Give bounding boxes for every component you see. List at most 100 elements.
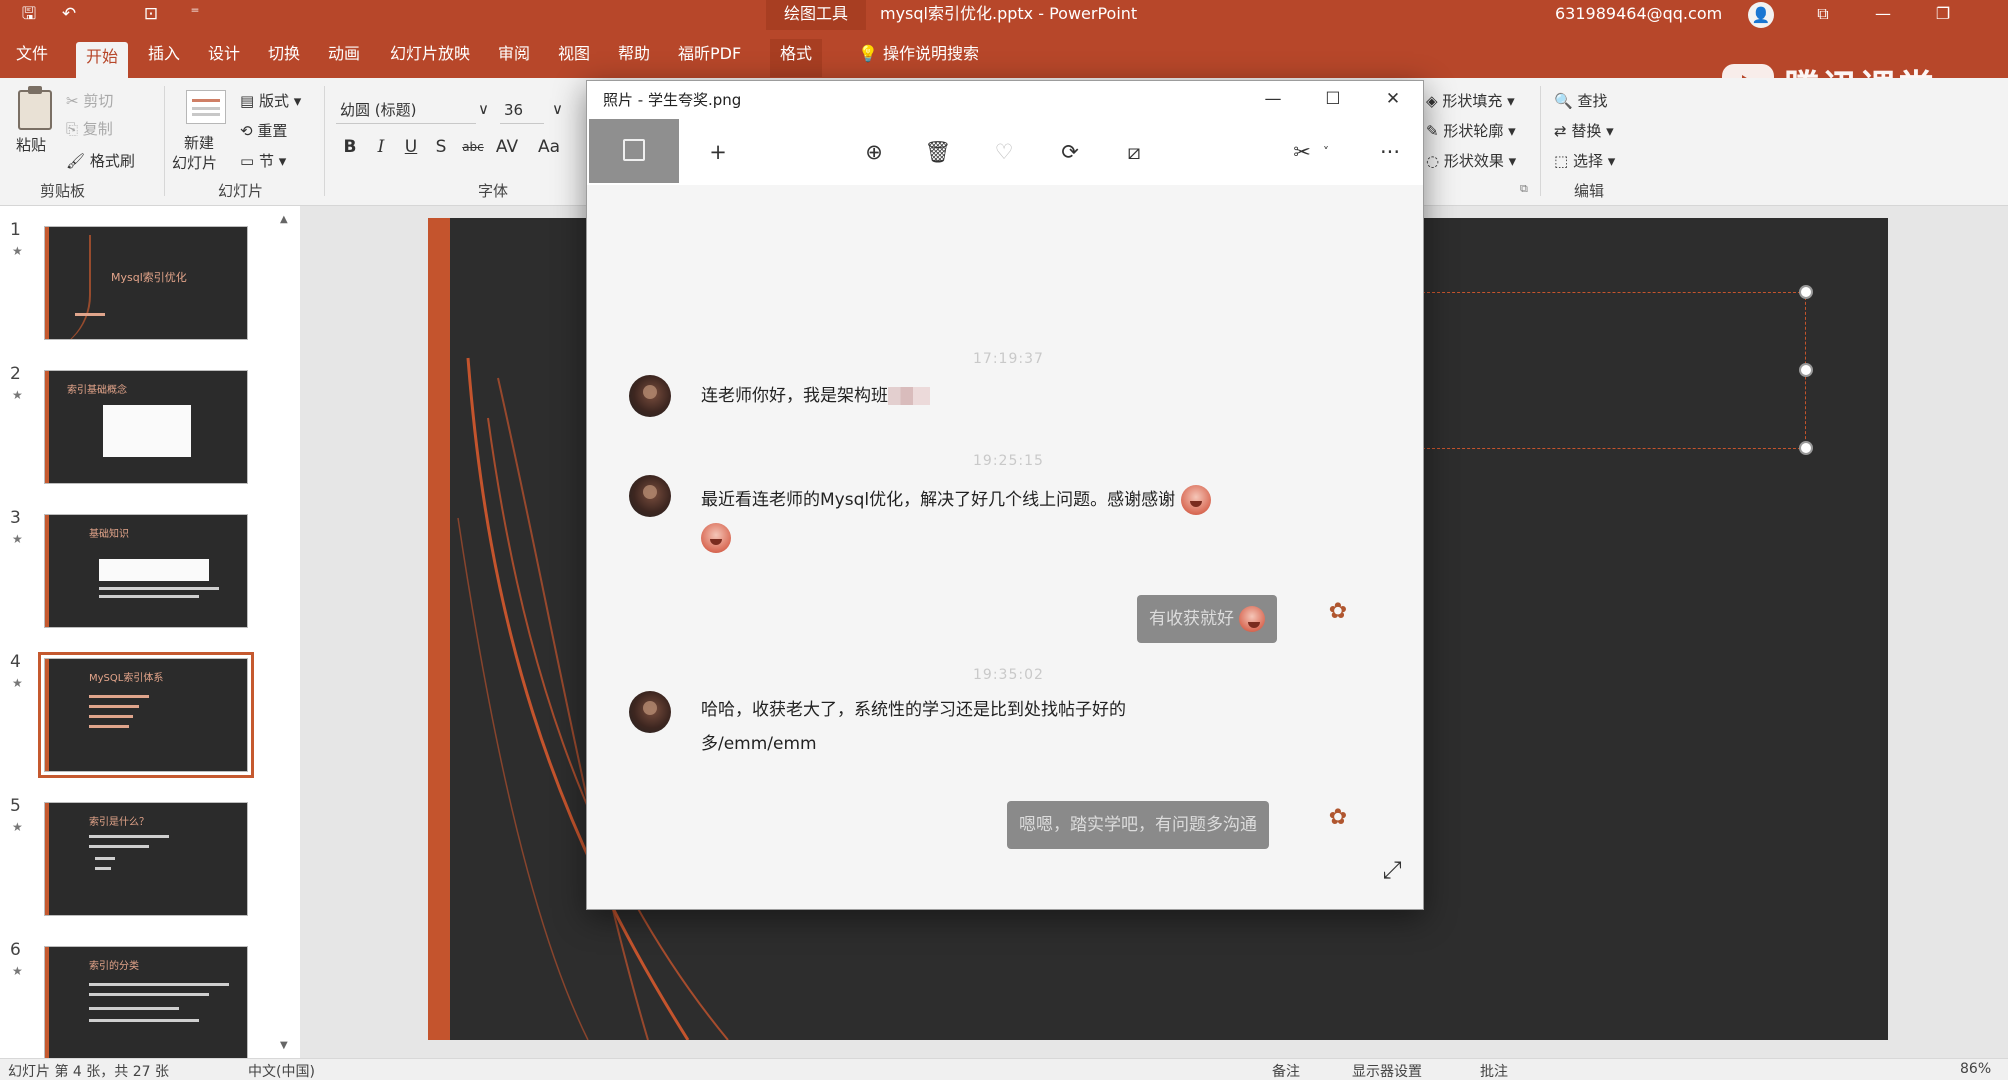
slide-count[interactable]: 幻灯片 第 4 张，共 27 张	[8, 1061, 169, 1080]
animation-star-icon: ★	[12, 388, 23, 402]
teacher-reply-text: 嗯嗯，踏实学吧，有问题多沟通	[1019, 815, 1257, 835]
language-indicator[interactable]: 中文(中国)	[248, 1061, 315, 1080]
slide-thumbnail-5[interactable]: 索引是什么？	[44, 802, 248, 916]
slide-thumbnail-3[interactable]: 基础知识	[44, 514, 248, 628]
tab-file[interactable]: 文件	[6, 39, 58, 69]
rotate-icon[interactable]: ⟳	[1055, 137, 1085, 167]
comments-button[interactable]: 批注	[1480, 1061, 1508, 1080]
tab-transitions[interactable]: 切换	[258, 39, 310, 69]
zoom-level[interactable]: 86%	[1960, 1061, 1991, 1077]
cut-button[interactable]: ✂ 剪切	[66, 90, 113, 111]
chat-timestamp: 19:25:15	[973, 453, 1044, 469]
slide-thumbnail-2[interactable]: 索引基础概念	[44, 370, 248, 484]
cut-label: 剪切	[83, 92, 114, 110]
shape-effects-button[interactable]: ◌ 形状效果 ▾	[1426, 150, 1516, 171]
resize-handle[interactable]	[1799, 285, 1813, 299]
thumb-accent	[45, 803, 49, 915]
new-slide-label[interactable]: 新建	[184, 132, 214, 153]
start-from-beginning-icon[interactable]: ⊡	[140, 3, 162, 25]
selected-title-placeholder[interactable]	[1422, 292, 1806, 449]
thumb-swoosh	[45, 235, 91, 339]
paste-icon[interactable]	[18, 86, 52, 130]
account-email[interactable]: 631989464@qq.com	[1555, 0, 1722, 30]
layout-button[interactable]: ▤ 版式 ▾	[240, 90, 301, 111]
undo-icon[interactable]: ↶	[58, 3, 80, 25]
scroll-down-icon[interactable]: ▼	[280, 1040, 288, 1051]
replace-button[interactable]: ⇄ 替换 ▾	[1554, 120, 1614, 141]
notes-button[interactable]: 备注	[1272, 1061, 1300, 1080]
font-size-select[interactable]: 36	[500, 96, 544, 124]
select-button[interactable]: ⬚ 选择 ▾	[1554, 150, 1615, 171]
section-label: 节	[258, 152, 274, 170]
section-button[interactable]: ▭ 节 ▾	[240, 150, 286, 171]
reset-button[interactable]: ⟲ 重置	[240, 120, 287, 141]
paste-button[interactable]: 粘贴	[16, 134, 46, 155]
shape-outline-button[interactable]: ✎ 形状轮廓 ▾	[1426, 120, 1516, 141]
slide-panel-scrollbar[interactable]: ▲ ▼	[280, 214, 290, 1054]
laughing-emoji-icon	[701, 523, 731, 553]
char-spacing-button[interactable]: AV	[492, 136, 522, 158]
ribbon-display-options-icon[interactable]: ⧉	[1800, 0, 1846, 30]
tab-animations[interactable]: 动画	[318, 39, 370, 69]
layout-label: 版式	[258, 92, 289, 110]
smile-emoji-icon	[1239, 606, 1266, 632]
resize-handle[interactable]	[1799, 441, 1813, 455]
slide-number: 5	[10, 796, 21, 816]
font-family-dropdown-icon[interactable]: ∨	[478, 100, 489, 118]
thumb-text-line	[99, 587, 219, 590]
underline-button[interactable]: U	[400, 136, 422, 158]
tab-insert[interactable]: 插入	[138, 39, 190, 69]
slide-thumbnail-4[interactable]: MySQL索引体系	[38, 652, 254, 778]
photos-minimize-button[interactable]: —	[1243, 81, 1303, 117]
add-to-button[interactable]: +	[703, 137, 733, 167]
save-icon[interactable]: 🖫	[18, 3, 40, 25]
find-label: 查找	[1577, 92, 1608, 110]
resize-handle[interactable]	[1799, 363, 1813, 377]
favorite-icon[interactable]: ♡	[989, 137, 1019, 167]
font-family-select[interactable]: 幼圆 (标题)	[336, 96, 476, 124]
display-settings-button[interactable]: 显示器设置	[1352, 1061, 1422, 1080]
fullscreen-expand-icon[interactable]: ⤢	[1377, 855, 1407, 885]
slide-number: 2	[10, 364, 21, 384]
see-all-photos-button[interactable]	[589, 119, 679, 183]
tab-review[interactable]: 审阅	[488, 39, 540, 69]
change-case-button[interactable]: Aa	[536, 136, 562, 158]
minimize-button[interactable]: —	[1860, 0, 1906, 30]
tab-slideshow[interactable]: 幻灯片放映	[380, 39, 480, 69]
tab-help[interactable]: 帮助	[608, 39, 660, 69]
tab-view[interactable]: 视图	[548, 39, 600, 69]
more-options-button[interactable]: ···	[1375, 137, 1405, 167]
tab-design[interactable]: 设计	[198, 39, 250, 69]
slide-thumbnail-6[interactable]: 索引的分类	[44, 946, 248, 1060]
bold-button[interactable]: B	[339, 136, 361, 158]
crop-icon[interactable]: ⧄	[1119, 137, 1149, 167]
chat-message: 连老师你好，我是架构班	[701, 379, 930, 413]
photos-close-button[interactable]: ✕	[1363, 81, 1423, 117]
user-avatar-icon[interactable]: 👤	[1748, 2, 1774, 28]
tab-home[interactable]: 开始	[76, 42, 129, 78]
dialog-launcher-icon[interactable]: ⧉	[1520, 182, 1528, 196]
scroll-up-icon[interactable]: ▲	[280, 214, 288, 225]
new-slide-icon[interactable]	[186, 90, 226, 124]
strikethrough-button[interactable]: abc	[458, 136, 488, 158]
tab-format[interactable]: 格式	[770, 39, 823, 77]
photos-maximize-button[interactable]: ☐	[1303, 81, 1363, 117]
thumb-table	[99, 559, 209, 581]
restore-button[interactable]: ❐	[1920, 0, 1966, 30]
shape-fill-button[interactable]: ◈ 形状填充 ▾	[1426, 90, 1515, 111]
find-button[interactable]: 🔍 查找	[1554, 90, 1607, 111]
font-size-dropdown-icon[interactable]: ∨	[552, 100, 563, 118]
italic-button[interactable]: I	[370, 136, 392, 158]
photo-image-area: 17:19:37 连老师你好，我是架构班 19:25:15 最近看连老师的Mys…	[587, 185, 1423, 909]
slide-thumbnail-1[interactable]: Mysql索引优化	[44, 226, 248, 340]
customize-toolbar-icon[interactable]: ⁼	[184, 3, 206, 25]
tell-me-search[interactable]: 💡 操作说明搜索	[858, 39, 979, 69]
tab-foxit-pdf[interactable]: 福昕PDF	[668, 39, 751, 69]
shadow-button[interactable]: S	[430, 136, 452, 158]
copy-button[interactable]: ⎘ 复制	[66, 118, 113, 139]
format-painter-button[interactable]: 🖌 格式刷	[66, 150, 135, 171]
zoom-icon[interactable]: ⊕	[859, 137, 889, 167]
new-slide-label-2[interactable]: 幻灯片	[172, 152, 217, 173]
delete-icon[interactable]: 🗑	[923, 137, 953, 167]
chevron-down-icon[interactable]: ˅	[1311, 137, 1341, 167]
